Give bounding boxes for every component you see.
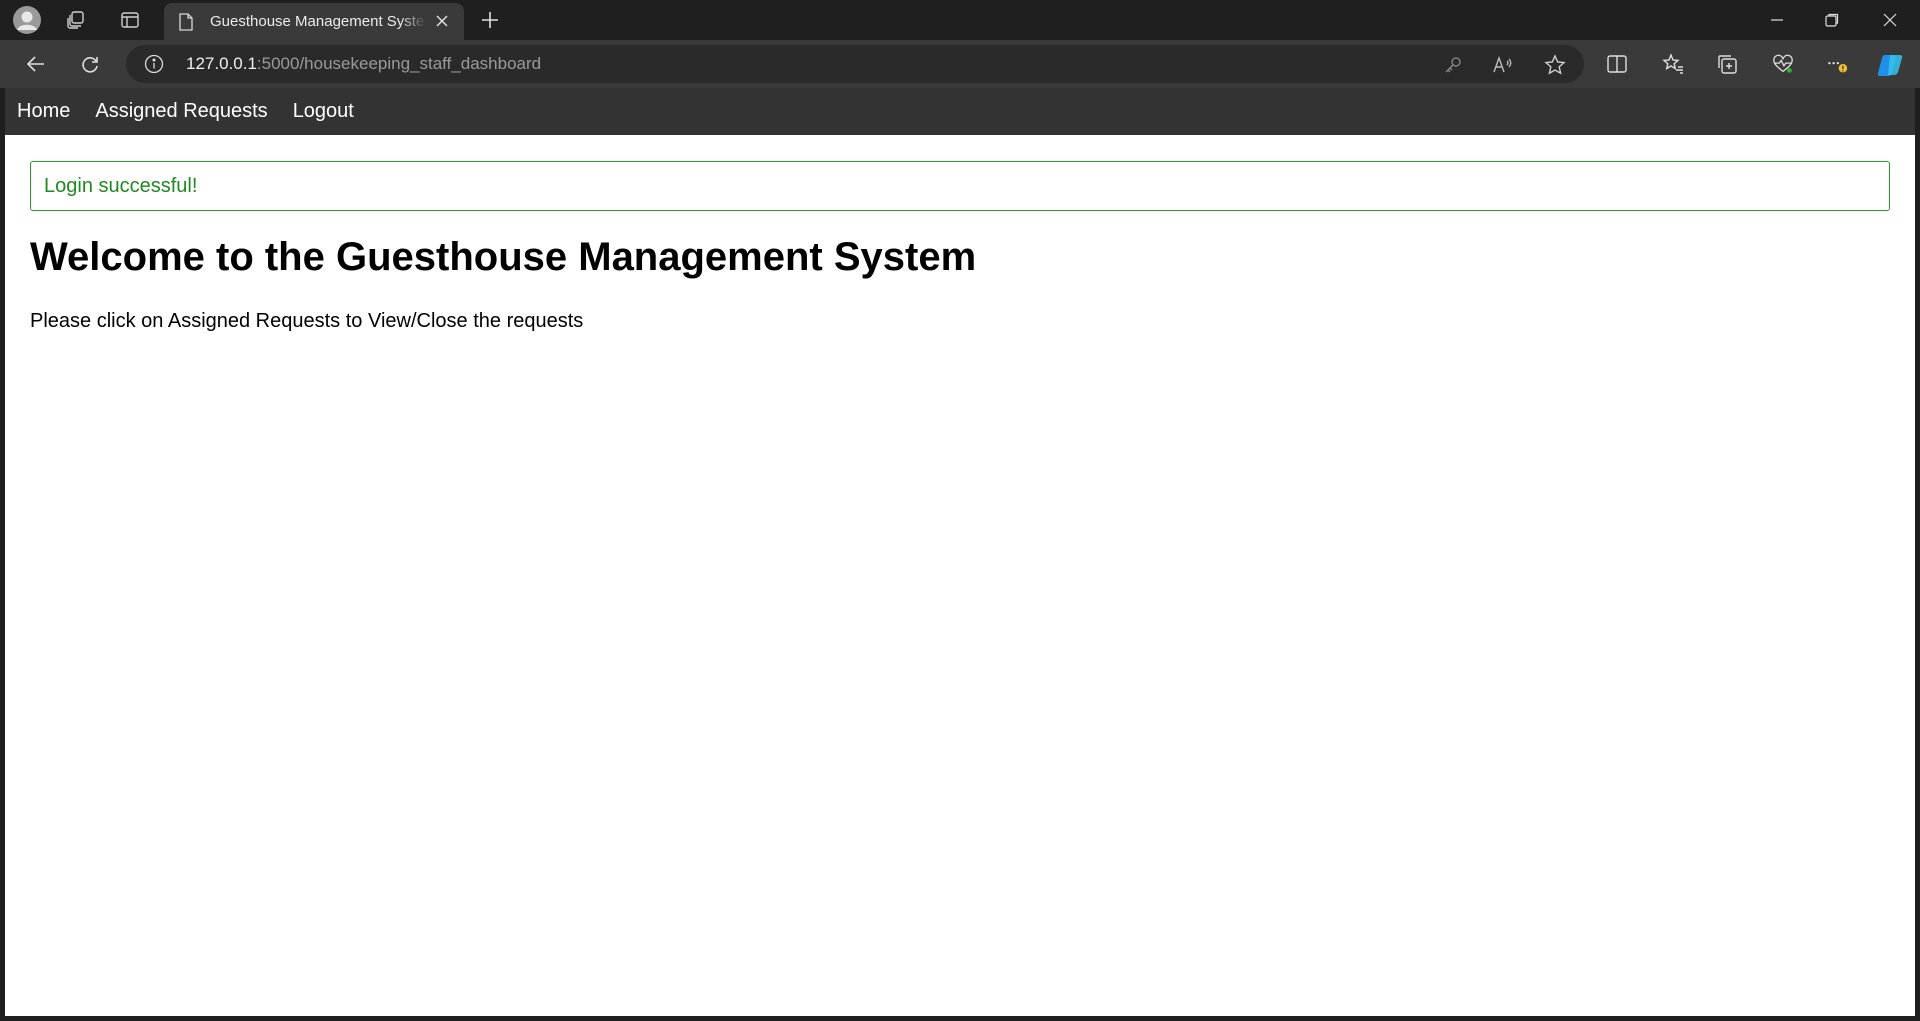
read-aloud-icon[interactable]	[1492, 54, 1514, 76]
back-icon[interactable]	[18, 40, 54, 88]
collections-icon[interactable]	[1716, 53, 1738, 75]
page-description: Please click on Assigned Requests to Vie…	[30, 310, 584, 332]
tab-actions-icon[interactable]	[112, 0, 148, 40]
star-icon[interactable]	[1544, 54, 1566, 76]
new-tab-plus-icon[interactable]	[474, 0, 506, 40]
nav-home-link[interactable]: Home	[17, 100, 70, 123]
page-title: Welcome to the Guesthouse Management Sys…	[30, 235, 977, 279]
address-bar[interactable]: 127.0.0.1:5000/housekeeping_staff_dashbo…	[126, 45, 1584, 83]
reload-icon[interactable]	[72, 40, 108, 88]
copilot-icon[interactable]	[1876, 51, 1904, 79]
key-icon[interactable]	[1442, 54, 1464, 76]
workspaces-icon[interactable]	[58, 0, 94, 40]
health-icon[interactable]	[1772, 53, 1794, 75]
browser-titlebar: Guesthouse Management System	[0, 0, 1920, 40]
document-icon	[178, 12, 196, 31]
profile-avatar-icon[interactable]	[10, 0, 44, 40]
active-tab[interactable]: Guesthouse Management System	[164, 3, 464, 40]
browser-toolbar: 127.0.0.1:5000/housekeeping_staff_dashbo…	[0, 40, 1920, 88]
info-icon[interactable]	[144, 54, 164, 74]
close-icon[interactable]	[432, 11, 452, 31]
favorites-icon[interactable]	[1662, 53, 1684, 75]
url-host: 127.0.0.1	[186, 54, 257, 73]
window-close-icon[interactable]	[1870, 0, 1910, 40]
page-viewport: Home Assigned Requests Logout Login succ…	[5, 88, 1915, 1016]
split-screen-icon[interactable]	[1606, 53, 1628, 75]
nav-assigned-requests-link[interactable]: Assigned Requests	[95, 100, 267, 123]
restore-icon[interactable]	[1812, 0, 1852, 40]
flash-success-message: Login successful!	[30, 161, 1890, 211]
minimize-icon[interactable]	[1757, 0, 1797, 40]
nav-logout-link[interactable]: Logout	[293, 100, 354, 123]
tab-title: Guesthouse Management System	[210, 13, 426, 30]
url-path: :5000/housekeeping_staff_dashboard	[256, 54, 542, 73]
more-icon[interactable]	[1826, 53, 1848, 75]
url-text: 127.0.0.1:5000/housekeeping_staff_dashbo…	[186, 54, 541, 74]
site-navbar: Home Assigned Requests Logout	[5, 88, 1915, 135]
